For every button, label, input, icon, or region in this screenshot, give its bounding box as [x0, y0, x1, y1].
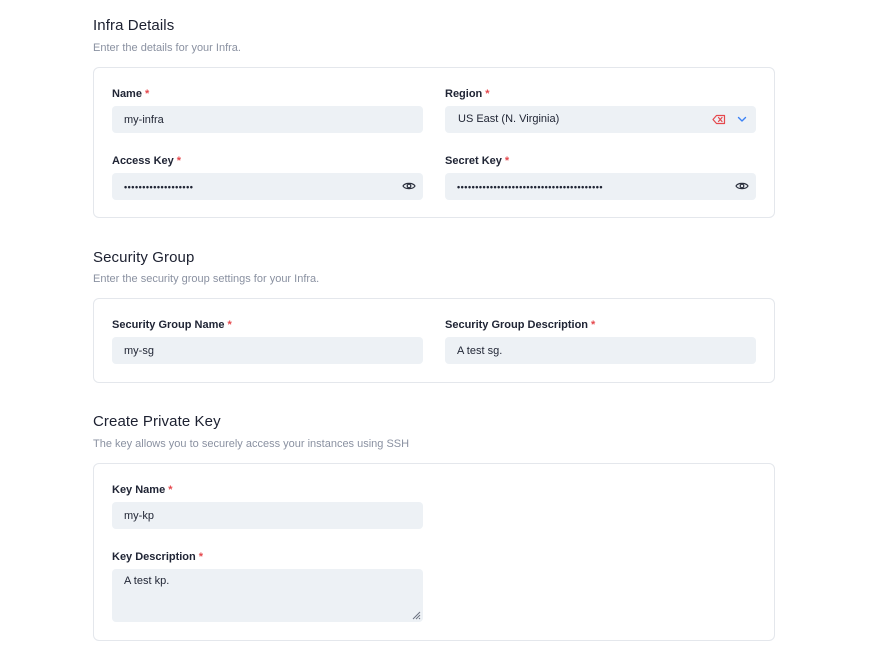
private-key-subtitle: The key allows you to securely access yo…	[93, 438, 410, 450]
security-group-title: Security Group	[93, 249, 195, 266]
region-label: Region	[445, 88, 483, 100]
name-input[interactable]	[112, 106, 423, 133]
infra-details-title: Infra Details	[93, 17, 175, 34]
eye-icon[interactable]	[402, 181, 416, 191]
secret-key-input[interactable]	[445, 173, 756, 200]
key-name-input[interactable]	[112, 502, 423, 529]
access-key-label: Access Key	[112, 155, 174, 167]
infra-details-card: Name* Region* US East (N. Virginia) Acce…	[93, 67, 775, 218]
sg-name-label: Security Group Name	[112, 319, 225, 331]
required-marker: *	[144, 88, 150, 100]
resize-handle-icon[interactable]	[412, 611, 421, 620]
required-marker: *	[485, 88, 490, 100]
secret-key-label: Secret Key	[445, 155, 502, 167]
required-marker: *	[176, 155, 182, 167]
private-key-card: Key Name* Key Description* A test kp.	[93, 463, 775, 641]
backspace-x-icon[interactable]	[712, 114, 726, 125]
required-marker: *	[504, 155, 510, 167]
sg-description-input[interactable]	[445, 337, 756, 364]
region-select[interactable]: US East (N. Virginia)	[445, 106, 756, 133]
eye-icon[interactable]	[735, 181, 749, 191]
required-marker: *	[227, 319, 232, 331]
region-value: US East (N. Virginia)	[458, 113, 560, 125]
access-key-input[interactable]	[112, 173, 423, 200]
required-marker: *	[168, 484, 173, 496]
required-marker: *	[198, 551, 204, 563]
security-group-subtitle: Enter the security group settings for yo…	[93, 273, 320, 285]
private-key-title: Create Private Key	[93, 413, 221, 430]
required-marker: *	[591, 319, 596, 331]
infra-form-page: Infra Details Enter the details for your…	[0, 0, 887, 657]
key-name-label: Key Name	[112, 484, 166, 496]
key-description-textarea[interactable]: A test kp.	[112, 569, 423, 622]
chevron-down-icon[interactable]	[737, 116, 747, 123]
key-description-label: Key Description	[112, 551, 196, 563]
sg-description-label: Security Group Description	[445, 319, 589, 331]
name-label: Name	[112, 88, 142, 100]
security-group-card: Security Group Name* Security Group Desc…	[93, 298, 775, 383]
infra-details-subtitle: Enter the details for your Infra.	[93, 42, 241, 54]
sg-name-input[interactable]	[112, 337, 423, 364]
